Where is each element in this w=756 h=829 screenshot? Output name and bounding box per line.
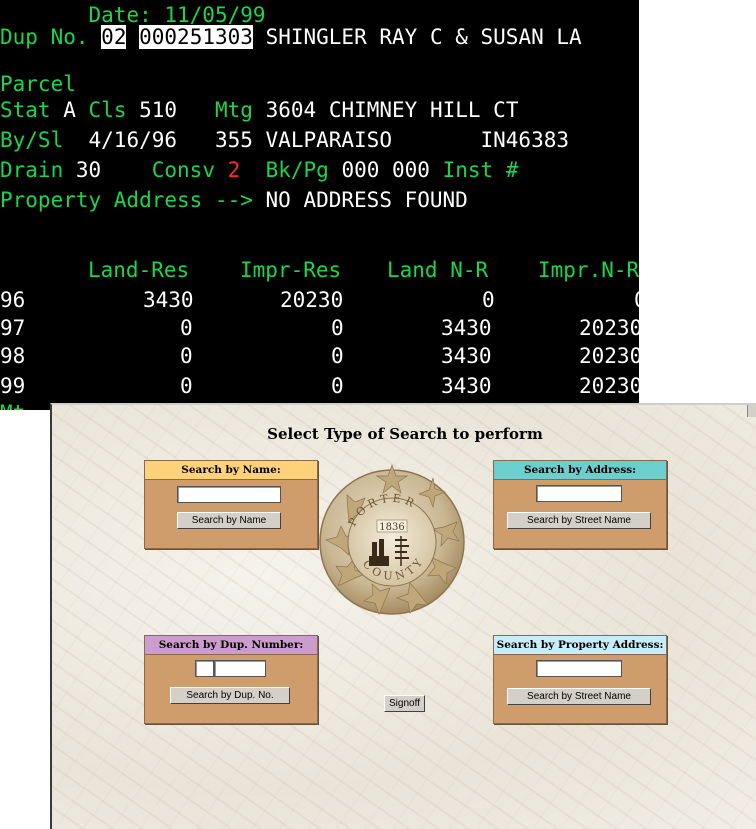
cell-land-nr: 3430	[441, 316, 492, 340]
mtg-address: 3604 CHIMNEY HILL CT	[265, 98, 519, 122]
cell-impr-res: 0	[331, 316, 344, 340]
property-line: Property Address --> NO ADDRESS FOUND	[0, 188, 468, 212]
date-line: Date: 11/05/99	[0, 3, 266, 27]
row-year: 98	[0, 344, 26, 368]
signoff-button[interactable]: Signoff	[384, 695, 425, 712]
stat-line: Stat A Cls 510 Mtg 3604 CHIMNEY HILL CT	[0, 98, 519, 122]
property-label: Property Address -->	[0, 188, 253, 212]
cell-impr-nr: 0	[634, 289, 639, 312]
col-impr-nr: Impr.N-R	[538, 258, 639, 282]
consv-label: Consv	[151, 158, 215, 182]
cell-land-nr: 3430	[441, 344, 492, 368]
search-by-dup-header: Search by Dup. Number:	[145, 636, 317, 655]
cell-land-res: 0	[180, 344, 193, 368]
bkpg-value: 000 000	[341, 158, 430, 182]
cls-value: 510	[139, 98, 178, 122]
search-by-address-header: Search by Address:	[494, 461, 666, 480]
inst-label: Inst #	[442, 158, 519, 182]
name-input[interactable]	[177, 486, 281, 503]
county-seal: PORTER COUNTY 1836	[317, 460, 467, 625]
stat-label: Stat	[0, 98, 51, 122]
city-line: 355 VALPARAISO	[214, 128, 392, 152]
search-window: Select Type of Search to perform Search …	[50, 403, 756, 829]
dup-number-field[interactable]: 000251303	[139, 25, 253, 49]
date-label: Date: 11/05/99	[88, 3, 266, 27]
cell-land-nr: 3430	[441, 374, 492, 398]
bysl-line: By/Sl 4/16/96 355 VALPARAISO IN46383	[0, 128, 570, 152]
dup-line: Dup No. 02 000251303 SHINGLER RAY C & SU…	[0, 25, 582, 49]
address-input[interactable]	[536, 485, 622, 502]
drain-label: Drain	[0, 158, 64, 182]
terminal-screen: Date: 11/05/99 Dup No. 02 000251303 SHIN…	[0, 0, 639, 410]
dup-number-input[interactable]	[214, 660, 266, 677]
bkpg-label: Bk/Pg	[265, 158, 329, 182]
cell-land-res: 0	[180, 316, 193, 340]
cell-impr-res: 0	[331, 344, 344, 368]
row-year: 99	[0, 374, 26, 398]
page-title: Select Type of Search to perform	[267, 425, 543, 443]
search-by-name-button[interactable]: Search by Name	[177, 512, 281, 529]
bysl-label: By/Sl	[0, 128, 64, 152]
search-by-street-button[interactable]: Search by Street Name	[507, 512, 651, 529]
col-land-nr: Land N-R	[387, 258, 489, 282]
col-land-res: Land-Res	[88, 258, 190, 282]
cell-impr-nr: 20230	[579, 374, 639, 398]
search-by-property-panel: Search by Property Address: Search by St…	[493, 635, 667, 724]
drain-value: 30	[75, 158, 102, 182]
cell-impr-res: 0	[331, 374, 344, 398]
dup-prefix-field[interactable]: 02	[101, 25, 127, 49]
cell-impr-nr: 20230	[579, 316, 639, 340]
row-year: 97	[0, 316, 26, 340]
bottom-label: Mt	[0, 402, 25, 410]
cell-impr-res: 20230	[280, 288, 344, 312]
dup-prefix-input[interactable]	[195, 660, 214, 677]
property-value: NO ADDRESS FOUND	[265, 188, 468, 212]
state-zip: IN46383	[480, 128, 570, 152]
search-by-address-panel: Search by Address: Search by Street Name	[493, 460, 667, 549]
row-year: 96	[0, 288, 26, 312]
dup-label: Dup No.	[0, 25, 89, 49]
consv-value: 2	[227, 158, 241, 182]
search-by-name-header: Search by Name:	[145, 461, 317, 480]
mtg-label: Mtg	[215, 98, 253, 122]
cls-label: Cls	[88, 98, 127, 122]
property-address-input[interactable]	[536, 660, 622, 677]
search-by-dup-panel: Search by Dup. Number: Search by Dup. No…	[144, 635, 318, 724]
search-by-dup-button[interactable]: Search by Dup. No.	[170, 687, 290, 704]
seal-year: 1836	[379, 522, 404, 533]
search-by-property-header: Search by Property Address:	[494, 636, 666, 655]
owner-name: SHINGLER RAY C & SUSAN LA	[265, 25, 582, 49]
col-impr-res: Impr-Res	[240, 258, 342, 282]
cell-impr-nr: 20230	[579, 344, 639, 368]
search-by-name-panel: Search by Name: Search by Name	[144, 460, 318, 549]
bysl-value: 4/16/96	[88, 128, 178, 152]
cell-land-res: 0	[180, 374, 193, 398]
scrollbar[interactable]	[747, 405, 756, 417]
porter-county-seal-icon: PORTER COUNTY 1836	[319, 463, 465, 615]
cell-land-nr: 0	[482, 288, 495, 312]
parcel-label: Parcel	[0, 72, 76, 96]
stat-value: A	[63, 98, 76, 122]
cell-land-res: 3430	[143, 288, 194, 312]
search-by-property-street-button[interactable]: Search by Street Name	[507, 688, 651, 705]
drain-line: Drain 30 Consv 2 Bk/Pg 000 000 Inst #	[0, 158, 519, 182]
